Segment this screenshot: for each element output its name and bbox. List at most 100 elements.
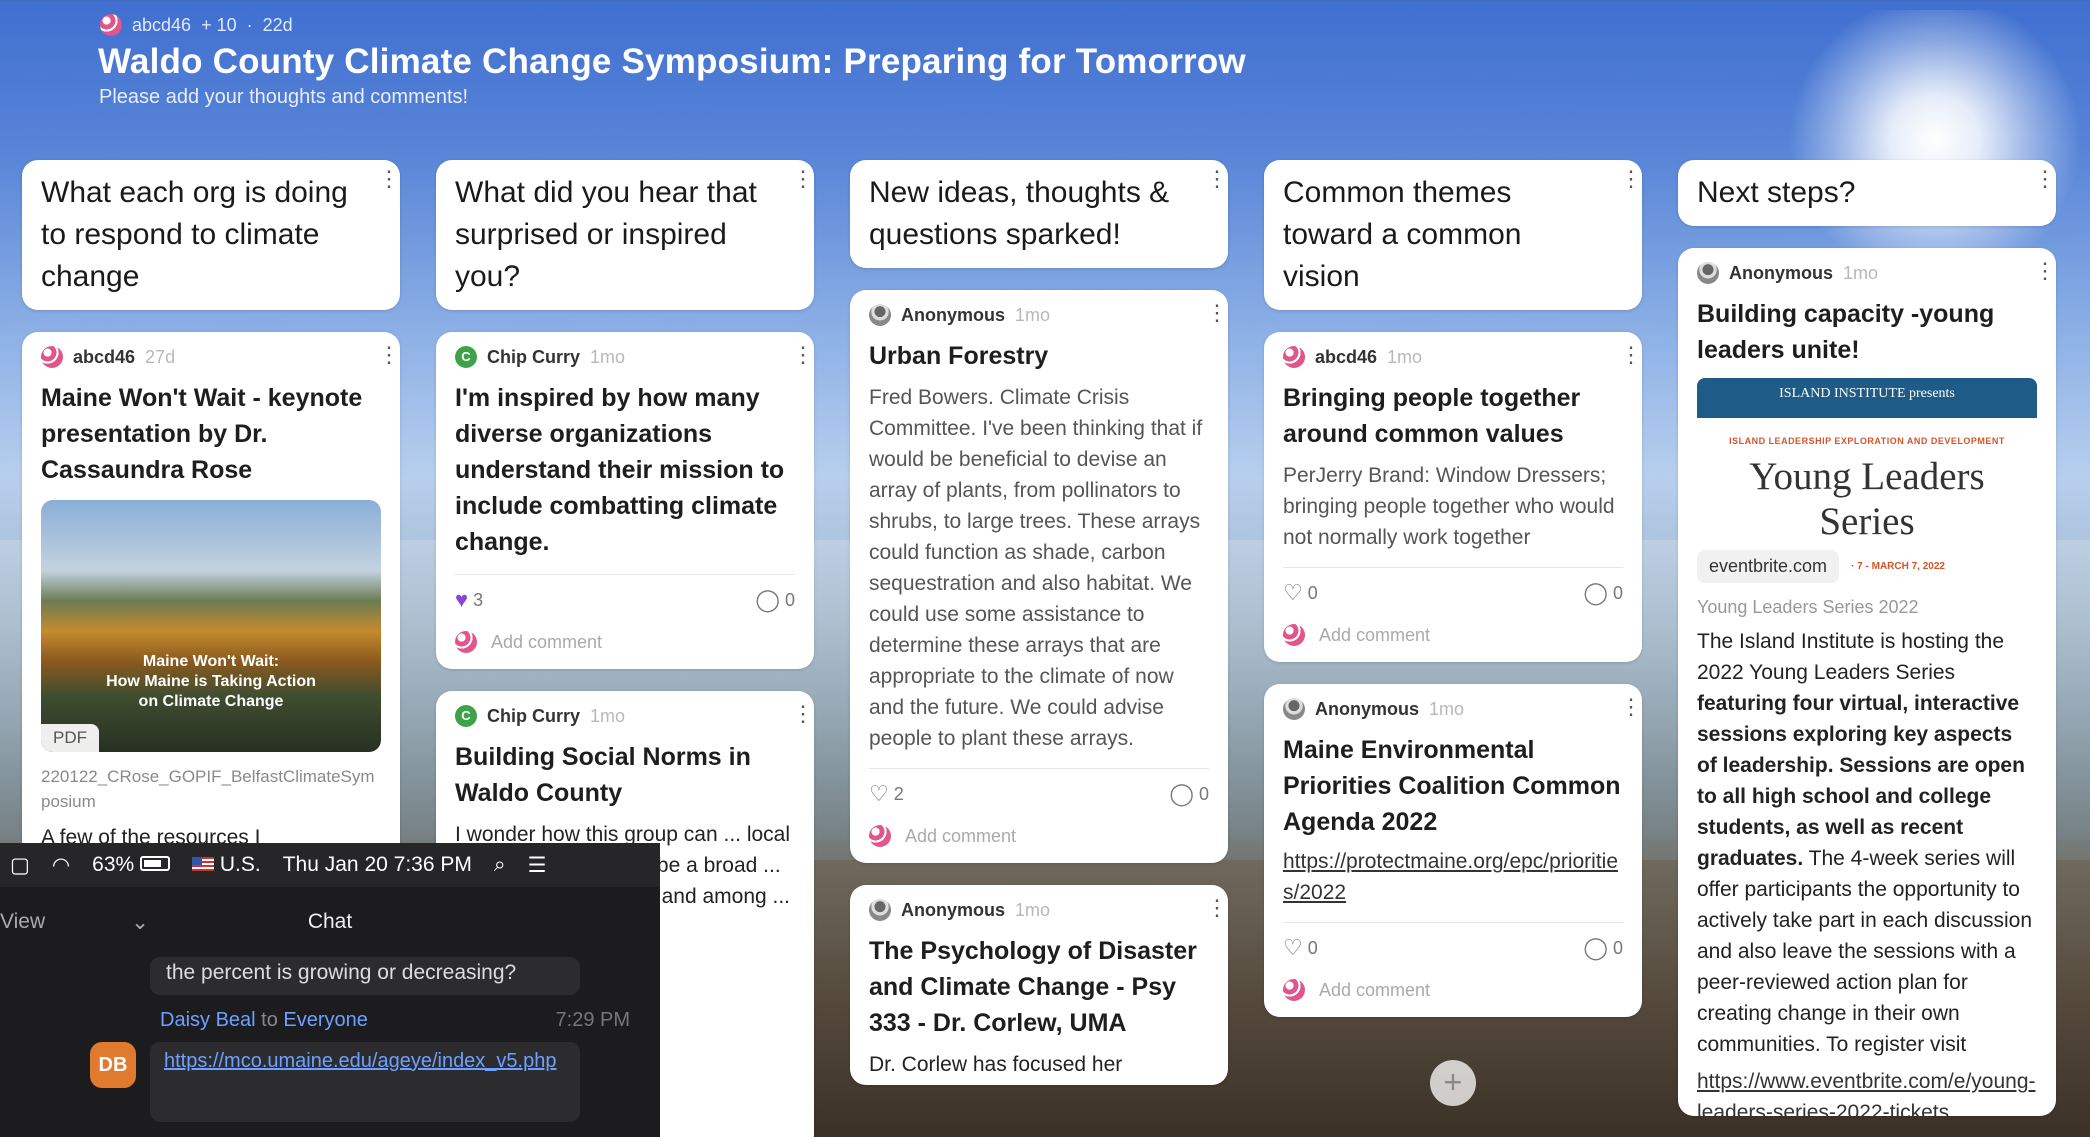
post-menu-icon[interactable]: ⋮	[378, 344, 400, 366]
add-comment-field[interactable]: Add comment	[1283, 979, 1623, 1001]
like-button[interactable]: ♡ 2	[869, 781, 904, 807]
chevron-down-icon[interactable]: ⌄	[80, 910, 200, 935]
post-card[interactable]: ⋮ Anonymous 1mo The Psychology of Disast…	[850, 885, 1228, 1085]
post-menu-icon[interactable]: ⋮	[792, 344, 814, 366]
comment-button[interactable]: ◯ 0	[755, 587, 795, 613]
post-body: Fred Bowers. Climate Crisis Committee. I…	[869, 386, 1203, 750]
window-icon[interactable]: ▢	[10, 853, 30, 878]
post-menu-icon[interactable]: ⋮	[1620, 344, 1642, 366]
post-author: Chip Curry	[487, 705, 581, 726]
column-common-themes: Common themes toward a common vision ⋮ ⋮…	[1264, 160, 1642, 1017]
post-title: Urban Forestry	[869, 342, 1049, 370]
comment-button[interactable]: ◯ 0	[1583, 935, 1623, 961]
chat-message-link[interactable]: https://mco.umaine.edu/ageye/index_v5.ph…	[150, 1042, 580, 1122]
post-card[interactable]: ⋮ abcd46 27d Maine Won't Wait - keynote …	[22, 332, 400, 880]
us-flag-icon	[192, 857, 215, 871]
column-menu-icon[interactable]: ⋮	[378, 168, 400, 190]
add-comment-field[interactable]: Add comment	[869, 825, 1209, 847]
event-dates: · 7 - MARCH 7, 2022	[1851, 561, 1945, 572]
commenter-avatar	[455, 631, 477, 653]
column-menu-icon[interactable]: ⋮	[792, 168, 814, 190]
event-preview-image[interactable]: ISLAND INSTITUTE presents ISLAND LEADERS…	[1697, 378, 2037, 544]
add-comment-placeholder[interactable]: Add comment	[491, 632, 602, 653]
post-byline: C Chip Curry 1mo	[455, 346, 795, 368]
comment-button[interactable]: ◯ 0	[1583, 580, 1623, 606]
author-avatar: C	[455, 705, 477, 727]
input-source[interactable]: U.S.	[192, 853, 261, 877]
add-post-button[interactable]: +	[1430, 1060, 1476, 1106]
author-avatar[interactable]	[100, 14, 122, 36]
post-title: Bringing people together around common v…	[1283, 384, 1581, 448]
post-menu-icon[interactable]: ⋮	[792, 703, 814, 725]
post-reactions: ♡ 0 ◯ 0	[1283, 567, 1623, 606]
post-menu-icon[interactable]: ⋮	[1206, 302, 1228, 324]
post-title: Maine Won't Wait - keynote presentation …	[41, 384, 363, 484]
pdf-preview-caption: Maine Won't Wait: How Maine is Taking Ac…	[41, 652, 381, 712]
heart-outline-icon: ♡	[1283, 580, 1303, 605]
post-author: abcd46	[1315, 346, 1378, 367]
post-menu-icon[interactable]: ⋮	[1620, 696, 1642, 718]
comment-bubble-icon: ◯	[1583, 580, 1608, 605]
post-title: Building Social Norms in Waldo County	[455, 743, 751, 807]
author-avatar	[41, 346, 63, 368]
attachment-filename[interactable]: 220122_CRose_GOPIF_BelfastClimateSymposi…	[41, 764, 381, 814]
spotlight-search-icon[interactable]: ⌕	[494, 853, 506, 877]
wifi-icon[interactable]: ◠	[52, 853, 70, 878]
pdf-attachment-preview[interactable]: Maine Won't Wait: How Maine is Taking Ac…	[41, 500, 381, 752]
comment-bubble-icon: ◯	[1583, 935, 1608, 960]
post-body: Dr. Corlew has focused her	[869, 1053, 1123, 1076]
post-body: The Island Institute is hosting the 2022…	[1697, 626, 2037, 1060]
zoom-chat-overlay: ▢ ◠ 63% U.S. Thu Jan 20 7:36 PM ⌕ ☰ View…	[0, 843, 660, 1137]
post-age: 1mo	[1015, 899, 1051, 920]
post-age: 1mo	[1387, 346, 1423, 367]
post-body-text: The Island Institute is hosting the 2022…	[1697, 630, 2005, 684]
column-header: New ideas, thoughts & questions sparked!…	[850, 160, 1228, 268]
column-org-actions: What each org is doing to respond to cli…	[22, 160, 400, 880]
post-card[interactable]: ⋮ abcd46 1mo Bringing people together ar…	[1264, 332, 1642, 662]
heart-outline-icon: ♡	[869, 781, 889, 806]
post-menu-icon[interactable]: ⋮	[1206, 897, 1228, 919]
add-comment-field[interactable]: Add comment	[455, 631, 795, 653]
add-comment-placeholder[interactable]: Add comment	[905, 826, 1016, 847]
post-byline: abcd46 1mo	[1283, 346, 1623, 368]
like-button[interactable]: ♡ 0	[1283, 935, 1318, 961]
post-link[interactable]: https://protectmaine.org/epc/priorities/…	[1283, 846, 1623, 908]
control-center-icon[interactable]: ☰	[528, 853, 547, 878]
column-header: What each org is doing to respond to cli…	[22, 160, 400, 310]
recipient-name[interactable]: Everyone	[283, 1009, 368, 1031]
author-avatar	[1283, 346, 1305, 368]
add-comment-placeholder[interactable]: Add comment	[1319, 980, 1430, 1001]
like-button[interactable]: ♡ 0	[1283, 580, 1318, 606]
post-card[interactable]: ⋮ Anonymous 1mo Urban Forestry Fred Bowe…	[850, 290, 1228, 863]
view-menu[interactable]: View	[0, 910, 80, 934]
comment-count: 0	[1612, 937, 1623, 958]
battery-status[interactable]: 63%	[92, 853, 171, 877]
post-link[interactable]: https://www.eventbrite.com/e/young-leade…	[1697, 1066, 2037, 1116]
board-author[interactable]: abcd46	[132, 15, 191, 36]
event-site[interactable]: eventbrite.com	[1697, 550, 1840, 583]
like-count: 2	[893, 783, 904, 804]
like-button[interactable]: ♥ 3	[455, 587, 483, 613]
post-card[interactable]: ⋮ C Chip Curry 1mo I'm inspired by how m…	[436, 332, 814, 669]
column-menu-icon[interactable]: ⋮	[1206, 168, 1228, 190]
chat-header: View ⌄ Chat	[0, 887, 660, 957]
post-card[interactable]: ⋮ Anonymous 1mo Maine Environmental Prio…	[1264, 684, 1642, 1017]
post-card[interactable]: ⋮ Anonymous 1mo Building capacity -young…	[1678, 248, 2056, 1116]
post-byline: Anonymous 1mo	[1697, 262, 2037, 284]
column-menu-icon[interactable]: ⋮	[1620, 168, 1642, 190]
post-title: Maine Environmental Priorities Coalition…	[1283, 736, 1621, 836]
post-menu-icon[interactable]: ⋮	[2034, 260, 2056, 282]
post-author: Anonymous	[901, 899, 1006, 920]
input-source-label: U.S.	[219, 853, 261, 876]
contributors-count[interactable]: + 10	[201, 15, 237, 36]
comment-button[interactable]: ◯ 0	[1169, 781, 1209, 807]
sender-avatar: DB	[90, 1042, 136, 1088]
post-author: Anonymous	[901, 304, 1006, 325]
clock[interactable]: Thu Jan 20 7:36 PM	[283, 853, 472, 877]
add-comment-placeholder[interactable]: Add comment	[1319, 625, 1430, 646]
post-title: I'm inspired by how many diverse organiz…	[455, 384, 785, 556]
column-menu-icon[interactable]: ⋮	[2034, 168, 2056, 190]
add-comment-field[interactable]: Add comment	[1283, 624, 1623, 646]
post-title: Building capacity -young leaders unite!	[1697, 300, 1995, 364]
column-title: New ideas, thoughts & questions sparked!	[869, 176, 1170, 251]
